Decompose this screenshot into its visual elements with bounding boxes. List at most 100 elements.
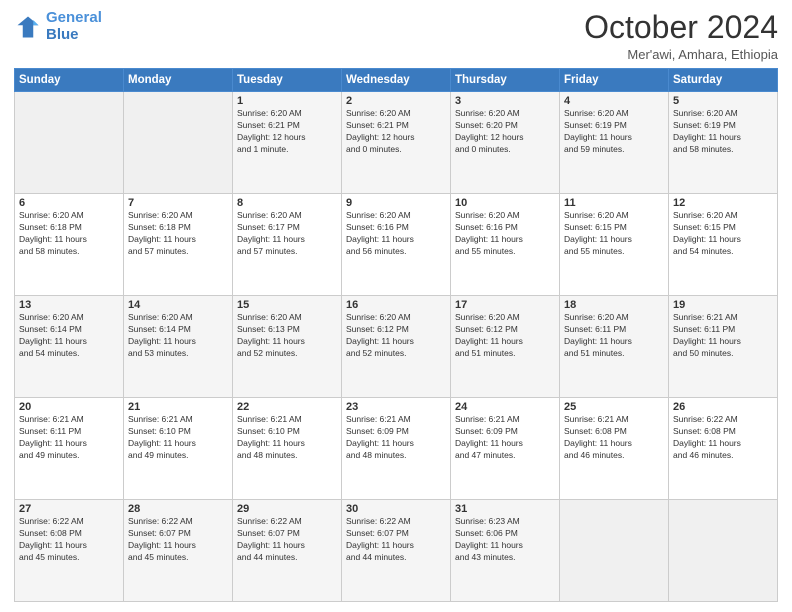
day-number: 31 [455,503,555,515]
day-number: 16 [346,299,446,311]
calendar-cell: 3Sunrise: 6:20 AM Sunset: 6:20 PM Daylig… [451,92,560,194]
calendar-cell: 23Sunrise: 6:21 AM Sunset: 6:09 PM Dayli… [342,398,451,500]
day-number: 18 [564,299,664,311]
logo-icon [14,13,42,41]
calendar-cell: 5Sunrise: 6:20 AM Sunset: 6:19 PM Daylig… [669,92,778,194]
day-info: Sunrise: 6:20 AM Sunset: 6:18 PM Dayligh… [128,210,228,258]
day-info: Sunrise: 6:21 AM Sunset: 6:10 PM Dayligh… [237,414,337,462]
calendar-cell: 28Sunrise: 6:22 AM Sunset: 6:07 PM Dayli… [124,500,233,602]
day-info: Sunrise: 6:21 AM Sunset: 6:09 PM Dayligh… [346,414,446,462]
calendar-cell: 13Sunrise: 6:20 AM Sunset: 6:14 PM Dayli… [15,296,124,398]
calendar-table: SundayMondayTuesdayWednesdayThursdayFrid… [14,68,778,602]
calendar-cell: 29Sunrise: 6:22 AM Sunset: 6:07 PM Dayli… [233,500,342,602]
header: General Blue October 2024 Mer'awi, Amhar… [14,10,778,62]
logo-line1: General [46,9,102,26]
calendar-cell: 1Sunrise: 6:20 AM Sunset: 6:21 PM Daylig… [233,92,342,194]
day-info: Sunrise: 6:20 AM Sunset: 6:21 PM Dayligh… [237,108,337,156]
day-info: Sunrise: 6:20 AM Sunset: 6:11 PM Dayligh… [564,312,664,360]
day-info: Sunrise: 6:20 AM Sunset: 6:12 PM Dayligh… [455,312,555,360]
day-number: 8 [237,197,337,209]
day-info: Sunrise: 6:20 AM Sunset: 6:14 PM Dayligh… [128,312,228,360]
day-number: 25 [564,401,664,413]
day-number: 17 [455,299,555,311]
calendar-week-row: 20Sunrise: 6:21 AM Sunset: 6:11 PM Dayli… [15,398,778,500]
day-number: 1 [237,95,337,107]
day-number: 20 [19,401,119,413]
day-number: 14 [128,299,228,311]
day-info: Sunrise: 6:20 AM Sunset: 6:20 PM Dayligh… [455,108,555,156]
day-info: Sunrise: 6:20 AM Sunset: 6:12 PM Dayligh… [346,312,446,360]
day-number: 30 [346,503,446,515]
calendar-week-row: 6Sunrise: 6:20 AM Sunset: 6:18 PM Daylig… [15,194,778,296]
day-info: Sunrise: 6:21 AM Sunset: 6:10 PM Dayligh… [128,414,228,462]
calendar-day-header: Monday [124,69,233,92]
calendar-cell: 7Sunrise: 6:20 AM Sunset: 6:18 PM Daylig… [124,194,233,296]
title-area: October 2024 Mer'awi, Amhara, Ethiopia [584,10,778,62]
calendar-week-row: 13Sunrise: 6:20 AM Sunset: 6:14 PM Dayli… [15,296,778,398]
day-number: 2 [346,95,446,107]
calendar-cell: 12Sunrise: 6:20 AM Sunset: 6:15 PM Dayli… [669,194,778,296]
day-number: 26 [673,401,773,413]
day-number: 19 [673,299,773,311]
calendar-cell: 26Sunrise: 6:22 AM Sunset: 6:08 PM Dayli… [669,398,778,500]
day-info: Sunrise: 6:23 AM Sunset: 6:06 PM Dayligh… [455,516,555,564]
day-info: Sunrise: 6:22 AM Sunset: 6:08 PM Dayligh… [673,414,773,462]
day-info: Sunrise: 6:20 AM Sunset: 6:17 PM Dayligh… [237,210,337,258]
day-info: Sunrise: 6:22 AM Sunset: 6:07 PM Dayligh… [346,516,446,564]
day-info: Sunrise: 6:22 AM Sunset: 6:07 PM Dayligh… [128,516,228,564]
calendar-cell: 31Sunrise: 6:23 AM Sunset: 6:06 PM Dayli… [451,500,560,602]
day-number: 4 [564,95,664,107]
logo: General Blue [14,10,102,43]
day-info: Sunrise: 6:20 AM Sunset: 6:16 PM Dayligh… [455,210,555,258]
calendar-cell [669,500,778,602]
day-number: 15 [237,299,337,311]
day-info: Sunrise: 6:22 AM Sunset: 6:08 PM Dayligh… [19,516,119,564]
calendar-cell: 27Sunrise: 6:22 AM Sunset: 6:08 PM Dayli… [15,500,124,602]
day-number: 29 [237,503,337,515]
calendar-cell [124,92,233,194]
day-info: Sunrise: 6:21 AM Sunset: 6:11 PM Dayligh… [19,414,119,462]
day-info: Sunrise: 6:22 AM Sunset: 6:07 PM Dayligh… [237,516,337,564]
calendar-cell: 14Sunrise: 6:20 AM Sunset: 6:14 PM Dayli… [124,296,233,398]
calendar-cell: 30Sunrise: 6:22 AM Sunset: 6:07 PM Dayli… [342,500,451,602]
calendar-cell: 8Sunrise: 6:20 AM Sunset: 6:17 PM Daylig… [233,194,342,296]
day-info: Sunrise: 6:20 AM Sunset: 6:16 PM Dayligh… [346,210,446,258]
day-number: 3 [455,95,555,107]
calendar-day-header: Sunday [15,69,124,92]
day-number: 11 [564,197,664,209]
day-info: Sunrise: 6:20 AM Sunset: 6:18 PM Dayligh… [19,210,119,258]
calendar-cell: 2Sunrise: 6:20 AM Sunset: 6:21 PM Daylig… [342,92,451,194]
day-number: 12 [673,197,773,209]
logo-line2: Blue [46,26,79,43]
calendar-day-header: Tuesday [233,69,342,92]
calendar-week-row: 27Sunrise: 6:22 AM Sunset: 6:08 PM Dayli… [15,500,778,602]
calendar-cell: 24Sunrise: 6:21 AM Sunset: 6:09 PM Dayli… [451,398,560,500]
calendar-day-header: Saturday [669,69,778,92]
day-number: 23 [346,401,446,413]
day-info: Sunrise: 6:20 AM Sunset: 6:21 PM Dayligh… [346,108,446,156]
page: General Blue October 2024 Mer'awi, Amhar… [0,0,792,612]
calendar-cell [15,92,124,194]
logo-text: General Blue [46,10,102,43]
day-info: Sunrise: 6:21 AM Sunset: 6:08 PM Dayligh… [564,414,664,462]
day-info: Sunrise: 6:20 AM Sunset: 6:19 PM Dayligh… [673,108,773,156]
day-number: 6 [19,197,119,209]
day-number: 10 [455,197,555,209]
day-number: 9 [346,197,446,209]
calendar-cell: 11Sunrise: 6:20 AM Sunset: 6:15 PM Dayli… [560,194,669,296]
day-number: 7 [128,197,228,209]
calendar-day-header: Thursday [451,69,560,92]
day-number: 5 [673,95,773,107]
day-number: 27 [19,503,119,515]
calendar-cell: 21Sunrise: 6:21 AM Sunset: 6:10 PM Dayli… [124,398,233,500]
day-number: 22 [237,401,337,413]
calendar-day-header: Friday [560,69,669,92]
calendar-cell: 9Sunrise: 6:20 AM Sunset: 6:16 PM Daylig… [342,194,451,296]
day-info: Sunrise: 6:20 AM Sunset: 6:19 PM Dayligh… [564,108,664,156]
calendar-day-header: Wednesday [342,69,451,92]
month-title: October 2024 [584,10,778,45]
calendar-week-row: 1Sunrise: 6:20 AM Sunset: 6:21 PM Daylig… [15,92,778,194]
calendar-cell: 10Sunrise: 6:20 AM Sunset: 6:16 PM Dayli… [451,194,560,296]
calendar-cell: 20Sunrise: 6:21 AM Sunset: 6:11 PM Dayli… [15,398,124,500]
day-info: Sunrise: 6:21 AM Sunset: 6:09 PM Dayligh… [455,414,555,462]
